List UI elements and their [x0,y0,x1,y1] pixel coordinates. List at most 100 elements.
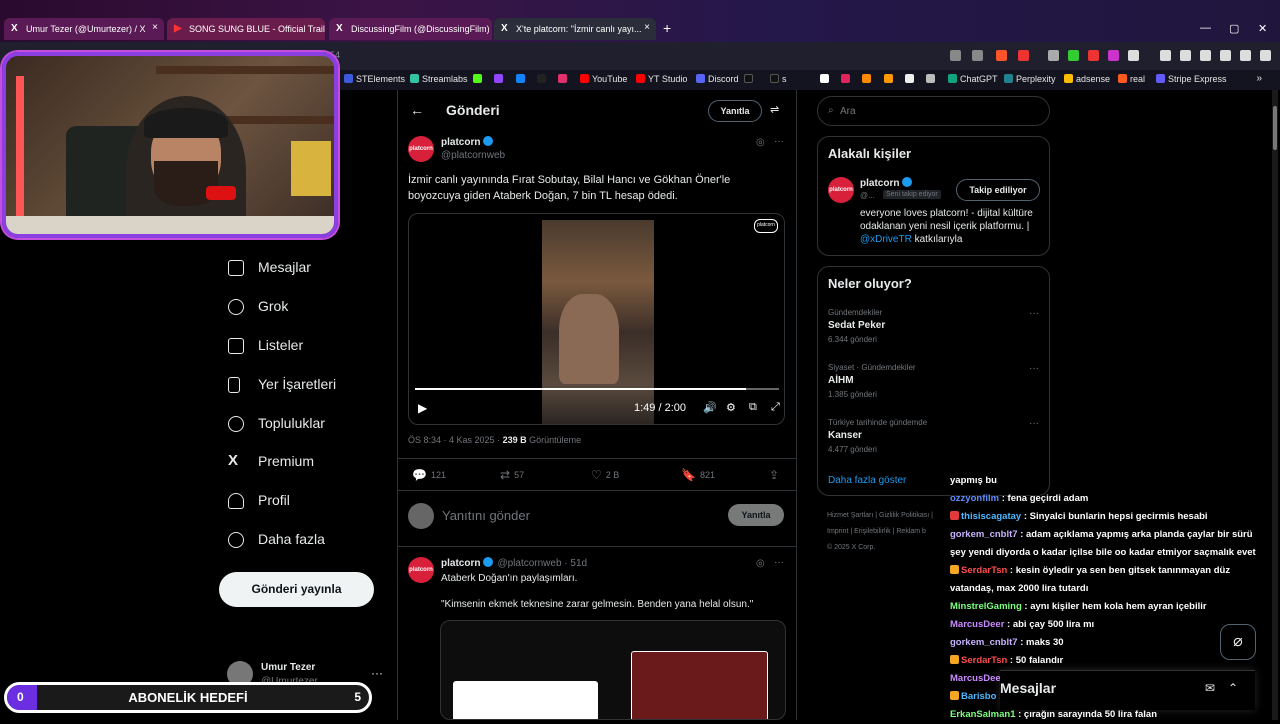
share-icon[interactable] [972,50,983,61]
extension-icon[interactable] [950,50,961,61]
sidebar-icon[interactable] [1180,50,1191,61]
grok-icon[interactable]: ◎ [756,137,765,148]
bookmark-item[interactable]: real [1118,74,1145,84]
bookmark-item[interactable] [516,74,528,84]
nav-item-premium[interactable]: X Premium [220,450,390,480]
repost-action[interactable]: ⇄ 57 [500,468,524,482]
share-action[interactable]: ⇪ [769,468,783,482]
vpn-icon[interactable] [1240,50,1251,61]
more-options-icon[interactable]: ··· [1029,308,1039,319]
extension-icon[interactable] [1068,50,1079,61]
browser-tab[interactable]: X DiscussingFilm (@DiscussingFilm) / X [329,18,492,40]
more-options-icon[interactable]: ··· [774,557,784,568]
nav-item-more[interactable]: Daha fazla [220,528,390,558]
trend-item[interactable]: Türkiye tarihinde gündemde Kanser 4.477 … [828,418,1043,454]
browser-tab[interactable]: ▶SONG SUNG BLUE - Official Trailer 2 [167,18,325,40]
bookmark-item[interactable] [905,74,917,84]
bookmark-item[interactable]: YT Studio [636,74,687,84]
back-arrow-icon[interactable]: ← [410,102,424,118]
author-name[interactable]: platcorn @platcornweb · 51d [441,557,587,569]
author-handle[interactable]: @platcornweb [441,150,505,161]
nav-item-messages[interactable]: Mesajlar [220,256,390,286]
browser-tab-active[interactable]: X X'te platcorn: "İzmir canlı yayı... × [494,18,656,40]
bookmark-item[interactable]: ChatGPT [948,74,998,84]
nav-item-lists[interactable]: Listeler [220,334,390,364]
avatar[interactable]: platcorn [828,177,854,203]
bookmark-item[interactable] [473,74,485,84]
reply-action[interactable]: 💬 121 [412,468,446,482]
messages-drawer[interactable]: Mesajlar ✉ ⌃ [1000,670,1255,710]
like-action[interactable]: ♡ 2 B [591,468,619,482]
bookmark-item[interactable] [537,74,549,84]
video-player[interactable]: platcorn ▶ 1:49 / 2:00 🔊 ⚙ ⧉ ⤢ [408,213,785,425]
grok-icon[interactable]: ⌀ [1220,624,1256,660]
extension-icon[interactable] [1088,50,1099,61]
trend-item[interactable]: Gündemdekiler Sedat Peker 6.344 gönderi … [828,308,1043,344]
show-more-link[interactable]: Daha fazla göster [828,475,906,486]
avatar[interactable]: platcorn [408,136,434,162]
brave-icon[interactable] [996,50,1007,61]
rewards-icon[interactable] [1018,50,1029,61]
browser-tab[interactable]: X Umur Tezer (@Umurtezer) / X × [4,18,164,40]
bookmark-item[interactable]: Perplexity [1004,74,1056,84]
new-message-icon[interactable]: ✉ [1205,681,1215,695]
close-icon[interactable]: × [644,22,650,33]
more-options-icon[interactable]: ··· [1029,363,1039,374]
extension-icon[interactable] [1108,50,1119,61]
menu-icon[interactable] [1260,50,1271,61]
grok-icon[interactable]: ◎ [756,558,765,569]
more-options-icon[interactable]: ··· [1029,418,1039,429]
bookmark-item[interactable]: s [770,74,787,84]
more-bookmarks-icon[interactable]: » [1256,73,1262,84]
extension-icon[interactable] [1128,50,1139,61]
post-button[interactable]: Gönderi yayınla [219,572,374,607]
settings-sliders-icon[interactable]: ⇌ [770,103,779,116]
extension-icon[interactable] [1048,50,1059,61]
reply-input[interactable]: Yanıtını gönder [442,508,530,523]
minimize-button[interactable]: — [1200,22,1211,34]
volume-icon[interactable]: 🔊 [703,401,717,414]
bookmark-item[interactable]: Stripe Express [1156,74,1227,84]
music-icon[interactable] [1160,50,1171,61]
avatar[interactable]: platcorn [408,557,434,583]
bookmark-item[interactable] [744,74,756,84]
wallet-icon[interactable] [1200,50,1211,61]
author-name[interactable]: platcorn [860,177,913,189]
pip-icon[interactable]: ⧉ [749,401,757,414]
bookmark-item[interactable] [884,74,896,84]
fullscreen-icon[interactable]: ⤢ [771,401,780,414]
search-input[interactable]: ⌕ Ara [817,96,1050,126]
scrollbar[interactable] [1272,90,1278,720]
bookmark-item[interactable] [820,74,832,84]
reply-header-button[interactable]: Yanıtla [708,100,762,122]
bookmark-item[interactable]: Streamlabs [410,74,468,84]
new-tab-button[interactable]: + [663,20,671,36]
bookmark-item[interactable] [926,74,938,84]
bookmark-action[interactable]: 🔖 821 [681,468,715,482]
play-icon[interactable]: ▶ [418,401,427,415]
nav-item-communities[interactable]: Topluluklar [220,412,390,442]
leo-icon[interactable] [1220,50,1231,61]
nav-item-grok[interactable]: Grok [220,295,390,325]
reply-submit-button[interactable]: Yanıtla [728,504,784,526]
bookmark-item[interactable]: Discord [696,74,739,84]
scrollbar-thumb[interactable] [1273,106,1277,150]
following-button[interactable]: Takip ediliyor [956,179,1040,201]
trend-item[interactable]: Siyaset · Gündemdekiler AİHM 1.385 gönde… [828,363,1043,399]
nav-item-bookmarks[interactable]: Yer İşaretleri [220,373,390,403]
expand-icon[interactable]: ⌃ [1228,681,1238,695]
close-window-button[interactable]: ✕ [1258,22,1267,35]
bookmark-item[interactable]: YouTube [580,74,627,84]
bookmark-item[interactable]: adsense [1064,74,1110,84]
more-options-icon[interactable]: ··· [774,136,784,147]
bookmark-item[interactable] [862,74,874,84]
bookmark-item[interactable] [841,74,853,84]
close-icon[interactable]: × [152,22,158,33]
maximize-button[interactable]: ▢ [1229,22,1239,35]
nav-item-profile[interactable]: Profil [220,489,390,519]
bookmark-item[interactable] [558,74,570,84]
bookmark-item[interactable] [494,74,506,84]
bookmark-item[interactable]: STElements [344,74,405,84]
footer-links[interactable]: Hizmet Şartları | Gizlilik Politikası | … [827,508,933,556]
author-name[interactable]: platcorn [441,136,494,148]
